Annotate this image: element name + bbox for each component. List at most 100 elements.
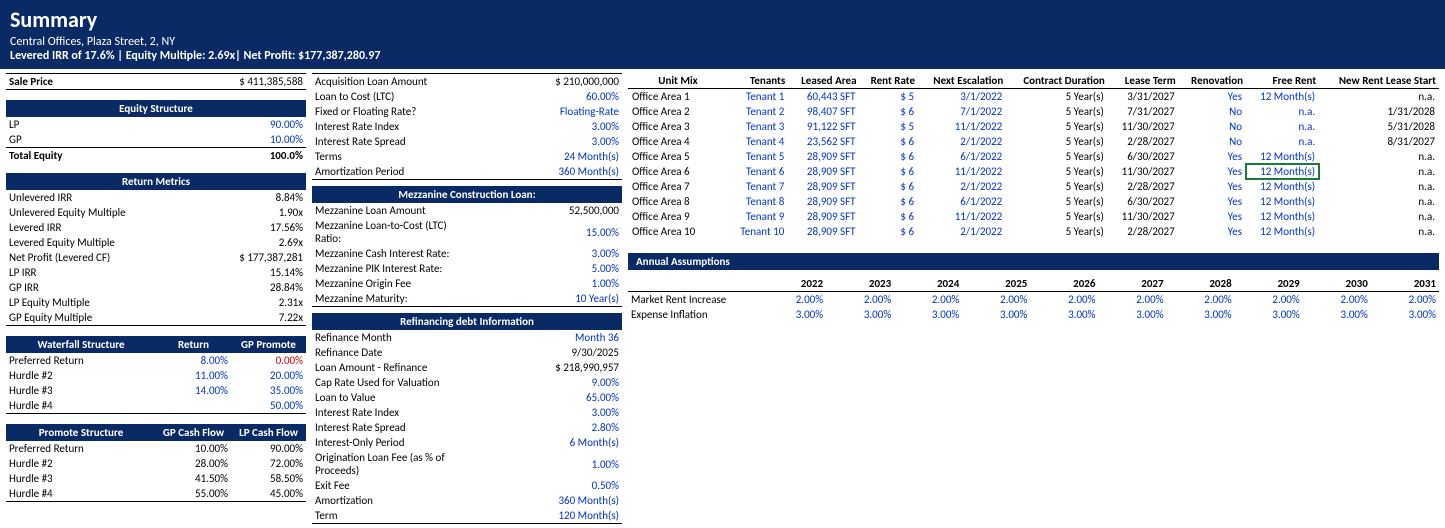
refinance-value[interactable]: 65.00% (467, 390, 622, 405)
free-rent[interactable]: 12 Month(s) (1246, 89, 1319, 105)
assumption-value[interactable]: 2.00% (758, 292, 826, 308)
contract-duration[interactable]: 5 Year(s) (1006, 194, 1108, 209)
return-metric-value[interactable]: 1.90x (156, 205, 306, 220)
new-rent-lease-start[interactable]: n.a. (1319, 179, 1439, 194)
contract-duration[interactable]: 5 Year(s) (1006, 209, 1108, 224)
unit-name[interactable]: Office Area 5 (628, 149, 728, 164)
refinance-value[interactable]: 9.00% (467, 375, 622, 390)
leased-area[interactable]: 28,909 SFT (788, 179, 859, 194)
refinance-value[interactable]: Month 36 (467, 330, 622, 345)
leased-area[interactable]: 28,909 SFT (788, 224, 859, 239)
refinance-value[interactable]: 120 Month(s) (467, 508, 622, 524)
return-metric-value[interactable]: 2.31x (156, 295, 306, 310)
renovation[interactable]: No (1179, 104, 1246, 119)
promote-lp[interactable]: 90.00% (231, 441, 306, 456)
assumption-value[interactable]: 3.00% (1030, 307, 1098, 322)
contract-duration[interactable]: 5 Year(s) (1006, 134, 1108, 149)
new-rent-lease-start[interactable]: n.a. (1319, 194, 1439, 209)
leased-area[interactable]: 91,122 SFT (788, 119, 859, 134)
next-escalation[interactable]: 11/1/2022 (918, 164, 1006, 179)
mezzanine-value[interactable]: 1.00% (467, 276, 622, 291)
contract-duration[interactable]: 5 Year(s) (1006, 89, 1108, 105)
promote-gp[interactable]: 41.50% (156, 471, 231, 486)
lease-term[interactable]: 11/30/2027 (1108, 164, 1179, 179)
renovation[interactable]: Yes (1179, 89, 1246, 105)
waterfall-return[interactable] (156, 398, 231, 414)
assumption-value[interactable]: 3.00% (1167, 307, 1235, 322)
unit-name[interactable]: Office Area 9 (628, 209, 728, 224)
free-rent[interactable]: n.a. (1246, 119, 1319, 134)
tenant[interactable]: Tenant 2 (728, 104, 788, 119)
assumption-value[interactable]: 3.00% (894, 307, 962, 322)
renovation[interactable]: No (1179, 134, 1246, 149)
free-rent[interactable]: 12 Month(s) (1246, 224, 1319, 239)
waterfall-promote[interactable]: 35.00% (231, 383, 306, 398)
refinance-value[interactable]: 2.80% (467, 420, 622, 435)
acquisition-value[interactable]: 60.00% (467, 89, 622, 104)
tenant[interactable]: Tenant 8 (728, 194, 788, 209)
unit-name[interactable]: Office Area 2 (628, 104, 728, 119)
refinance-value[interactable]: 9/30/2025 (467, 345, 622, 360)
rent-rate[interactable]: $ 6 (860, 179, 919, 194)
assumption-value[interactable]: 3.00% (758, 307, 826, 322)
mezzanine-value[interactable]: 52,500,000 (467, 203, 622, 218)
assumption-value[interactable]: 2.00% (1303, 292, 1371, 308)
return-metric-value[interactable]: 8.84% (156, 190, 306, 205)
return-metric-value[interactable]: 28.84% (156, 280, 306, 295)
refinance-value[interactable]: 3.00% (467, 405, 622, 420)
free-rent[interactable]: n.a. (1246, 104, 1319, 119)
rent-rate[interactable]: $ 5 (860, 89, 919, 105)
tenant[interactable]: Tenant 4 (728, 134, 788, 149)
mezzanine-value[interactable]: 3.00% (467, 246, 622, 261)
free-rent[interactable]: 12 Month(s) (1246, 149, 1319, 164)
new-rent-lease-start[interactable]: 8/31/2027 (1319, 134, 1439, 149)
tenant[interactable]: Tenant 5 (728, 149, 788, 164)
free-rent[interactable]: 12 Month(s) (1246, 179, 1319, 194)
lease-term[interactable]: 2/28/2027 (1108, 134, 1179, 149)
acquisition-value[interactable]: 3.00% (467, 134, 622, 149)
tenant[interactable]: Tenant 10 (728, 224, 788, 239)
unit-name[interactable]: Office Area 3 (628, 119, 728, 134)
next-escalation[interactable]: 11/1/2022 (918, 209, 1006, 224)
rent-rate[interactable]: $ 6 (860, 209, 919, 224)
mezzanine-value[interactable]: 10 Year(s) (467, 291, 622, 307)
new-rent-lease-start[interactable]: n.a. (1319, 209, 1439, 224)
renovation[interactable]: Yes (1179, 209, 1246, 224)
acquisition-value[interactable]: Floating-Rate (467, 104, 622, 119)
renovation[interactable]: Yes (1179, 224, 1246, 239)
promote-lp[interactable]: 72.00% (231, 456, 306, 471)
contract-duration[interactable]: 5 Year(s) (1006, 164, 1108, 179)
next-escalation[interactable]: 6/1/2022 (918, 149, 1006, 164)
assumption-value[interactable]: 2.00% (894, 292, 962, 308)
assumption-value[interactable]: 2.00% (1030, 292, 1098, 308)
return-metric-value[interactable]: 15.14% (156, 265, 306, 280)
unit-name[interactable]: Office Area 4 (628, 134, 728, 149)
free-rent[interactable]: n.a. (1246, 134, 1319, 149)
leased-area[interactable]: 60,443 SFT (788, 89, 859, 105)
promote-gp[interactable]: 55.00% (156, 486, 231, 502)
new-rent-lease-start[interactable]: 1/31/2028 (1319, 104, 1439, 119)
return-metric-value[interactable]: 2.69x (156, 235, 306, 250)
lease-term[interactable]: 6/30/2027 (1108, 149, 1179, 164)
assumption-value[interactable]: 2.00% (1235, 292, 1303, 308)
leased-area[interactable]: 28,909 SFT (788, 194, 859, 209)
unit-name[interactable]: Office Area 7 (628, 179, 728, 194)
lease-term[interactable]: 11/30/2027 (1108, 119, 1179, 134)
renovation[interactable]: No (1179, 119, 1246, 134)
leased-area[interactable]: 28,909 SFT (788, 209, 859, 224)
return-metric-value[interactable]: 17.56% (156, 220, 306, 235)
promote-lp[interactable]: 45.00% (231, 486, 306, 502)
unit-name[interactable]: Office Area 6 (628, 164, 728, 179)
free-rent[interactable]: 12 Month(s) (1246, 164, 1319, 179)
contract-duration[interactable]: 5 Year(s) (1006, 224, 1108, 239)
leased-area[interactable]: 28,909 SFT (788, 149, 859, 164)
acquisition-value[interactable]: 24 Month(s) (467, 149, 622, 164)
sale-price[interactable]: $ 411,385,588 (156, 74, 306, 90)
next-escalation[interactable]: 2/1/2022 (918, 179, 1006, 194)
gp-value[interactable]: 10.00% (156, 132, 306, 148)
promote-gp[interactable]: 10.00% (156, 441, 231, 456)
lease-term[interactable]: 11/30/2027 (1108, 209, 1179, 224)
assumption-value[interactable]: 2.00% (1371, 292, 1439, 308)
tenant[interactable]: Tenant 3 (728, 119, 788, 134)
rent-rate[interactable]: $ 6 (860, 134, 919, 149)
